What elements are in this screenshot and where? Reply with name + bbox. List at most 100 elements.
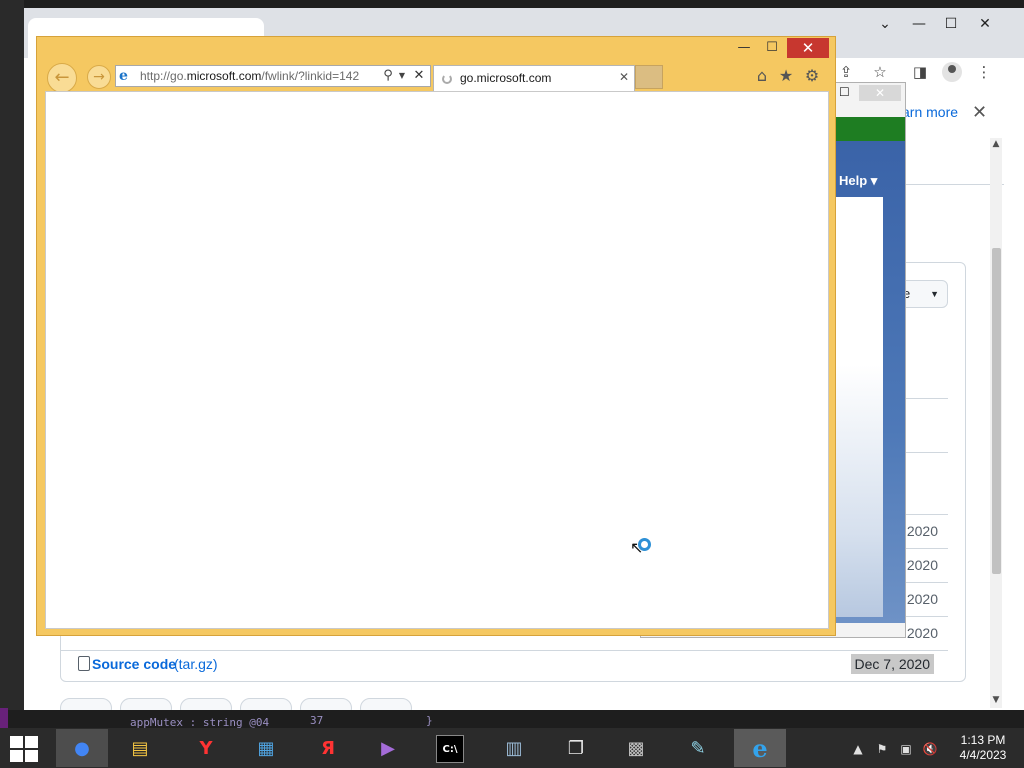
menu-dots-icon[interactable]: ⋮: [972, 60, 996, 84]
reaction-pill[interactable]: [360, 698, 412, 710]
source-code-link[interactable]: Source code: [92, 656, 176, 672]
stop-icon[interactable]: ✕: [410, 67, 428, 85]
maximize-icon[interactable]: ☐: [839, 85, 850, 99]
scroll-down-icon[interactable]: ▼: [990, 694, 1002, 706]
internet-explorer-icon: e: [752, 734, 768, 763]
control-panel-icon: ▦: [257, 738, 275, 759]
page-content-area[interactable]: [45, 91, 829, 629]
busy-cursor-icon: ↖: [630, 538, 652, 560]
ie-titlebar[interactable]: [37, 37, 835, 61]
loading-spinner-icon: [442, 74, 452, 84]
address-url[interactable]: http://go.microsoft.com/fwlink/?linkid=1…: [140, 68, 380, 84]
taskbar-control-panel[interactable]: ▦: [240, 729, 292, 767]
minimize-icon[interactable]: —: [904, 12, 934, 36]
clock-date: 4/4/2023: [959, 748, 1007, 762]
url-prefix: http://go.: [140, 69, 187, 83]
profile-avatar-icon[interactable]: [942, 62, 962, 82]
asset-date: 2020: [906, 557, 938, 573]
learn-more-link[interactable]: arn more: [902, 104, 958, 120]
minimize-icon[interactable]: —: [731, 39, 757, 57]
forward-arrow-icon[interactable]: →: [87, 65, 111, 89]
show-hidden-icon[interactable]: ▲: [850, 742, 866, 756]
tab-go-microsoft[interactable]: go.microsoft.com ✕: [433, 65, 635, 91]
folder-icon: ▤: [131, 738, 149, 759]
internet-explorer-window: — ☐ ✕ ← → e http://go.microsoft.com/fwli…: [36, 36, 836, 636]
close-icon[interactable]: ✕: [787, 38, 829, 58]
banner-close-icon[interactable]: ✕: [972, 102, 987, 123]
taskbar-command-prompt[interactable]: C:\: [424, 729, 476, 767]
taskbar-task-view[interactable]: ❐: [550, 729, 602, 767]
reaction-pill[interactable]: [60, 698, 112, 710]
taskbar-yandex-browser[interactable]: Y: [180, 729, 232, 767]
volume-muted-icon[interactable]: 🔇: [922, 742, 938, 756]
task-view-icon: ❐: [567, 738, 585, 759]
reaction-pill[interactable]: [300, 698, 352, 710]
taskbar-internet-explorer[interactable]: e: [734, 729, 786, 767]
tab-list-icon[interactable]: ⌄: [870, 12, 900, 36]
ie-logo-icon: e: [119, 68, 128, 84]
side-panel-icon[interactable]: ◨: [908, 60, 932, 84]
desktop: ⌄ — ☐ ✕ ⇪ ☆ ◨ ⋮ arn more ✕ e ▼ 2020 2020…: [0, 0, 1024, 768]
taskbar-resource-monitor[interactable]: ▥: [488, 729, 540, 767]
chevron-down-icon: ▼: [930, 289, 939, 299]
flag-icon[interactable]: ⚑: [874, 742, 890, 756]
start-button[interactable]: [8, 736, 38, 762]
reaction-pill[interactable]: [180, 698, 232, 710]
firewall-icon: ▩: [627, 738, 645, 759]
bookmark-star-icon[interactable]: ☆: [868, 60, 892, 84]
taskbar-notes[interactable]: ✎: [672, 729, 724, 767]
notes-icon: ✎: [690, 738, 706, 759]
windows-logo-icon: [10, 750, 23, 762]
tools-gear-icon[interactable]: ⚙: [801, 65, 823, 87]
asset-date: 2020: [906, 625, 938, 641]
taskbar-visual-studio[interactable]: ▶: [362, 729, 414, 767]
url-domain: microsoft.com: [186, 69, 262, 83]
new-tab-button[interactable]: [635, 65, 663, 89]
busy-ring-icon: [638, 538, 651, 551]
desktop-background-strip: [0, 0, 24, 710]
dropdown-icon[interactable]: ▼: [396, 67, 408, 85]
file-zip-icon: [78, 656, 90, 671]
taskbar-firewall[interactable]: ▩: [610, 729, 662, 767]
url-path: /fwlink/?linkid=142: [261, 69, 360, 83]
maximize-icon[interactable]: ☐: [936, 12, 966, 36]
reaction-pill[interactable]: [120, 698, 172, 710]
close-icon[interactable]: ✕: [859, 85, 901, 101]
resource-monitor-icon: ▥: [505, 738, 523, 759]
home-icon[interactable]: ⌂: [751, 65, 773, 87]
tab-close-icon[interactable]: ✕: [616, 69, 632, 85]
address-bar[interactable]: e http://go.microsoft.com/fwlink/?linkid…: [115, 65, 431, 87]
back-arrow-icon[interactable]: ←: [47, 63, 77, 93]
chrome-icon: ●: [74, 738, 90, 759]
site-content-panel: [831, 197, 883, 617]
source-code-date: Dec 7, 2020: [850, 654, 934, 674]
taskbar-yandex[interactable]: Я: [302, 729, 354, 767]
close-icon[interactable]: ✕: [970, 12, 1000, 36]
maximize-icon[interactable]: ☐: [759, 39, 785, 57]
background-app-sliver: [0, 708, 8, 728]
asset-date: 2020: [906, 591, 938, 607]
favorites-star-icon[interactable]: ★: [775, 65, 797, 87]
yandex-icon: Я: [321, 738, 335, 759]
scroll-up-icon[interactable]: ▲: [990, 138, 1002, 150]
asset-date: 2020: [906, 523, 938, 539]
clock-time: 1:13 PM: [960, 733, 1006, 747]
visual-studio-icon: ▶: [381, 738, 395, 759]
search-icon[interactable]: ⚲: [380, 67, 396, 85]
taskbar-file-explorer[interactable]: ▤: [114, 729, 166, 767]
taskbar-chrome[interactable]: ●: [56, 729, 108, 767]
tab-title: go.microsoft.com: [460, 71, 552, 85]
windows-logo-icon: [25, 750, 38, 762]
help-menu[interactable]: Help ▾: [839, 173, 877, 189]
network-icon[interactable]: ▣: [898, 742, 914, 756]
clock[interactable]: 1:13 PM 4/4/2023: [958, 733, 1008, 763]
windows-logo-icon: [25, 736, 38, 748]
share-icon[interactable]: ⇪: [834, 60, 858, 84]
windows-logo-icon: [10, 736, 23, 748]
command-prompt-icon: C:\: [436, 735, 464, 763]
reactions-bar: [60, 698, 600, 710]
reaction-pill[interactable]: [240, 698, 292, 710]
scrollbar-thumb[interactable]: [992, 248, 1001, 574]
yandex-browser-icon: Y: [199, 738, 213, 759]
source-format-label[interactable]: (tar.gz): [174, 656, 218, 672]
